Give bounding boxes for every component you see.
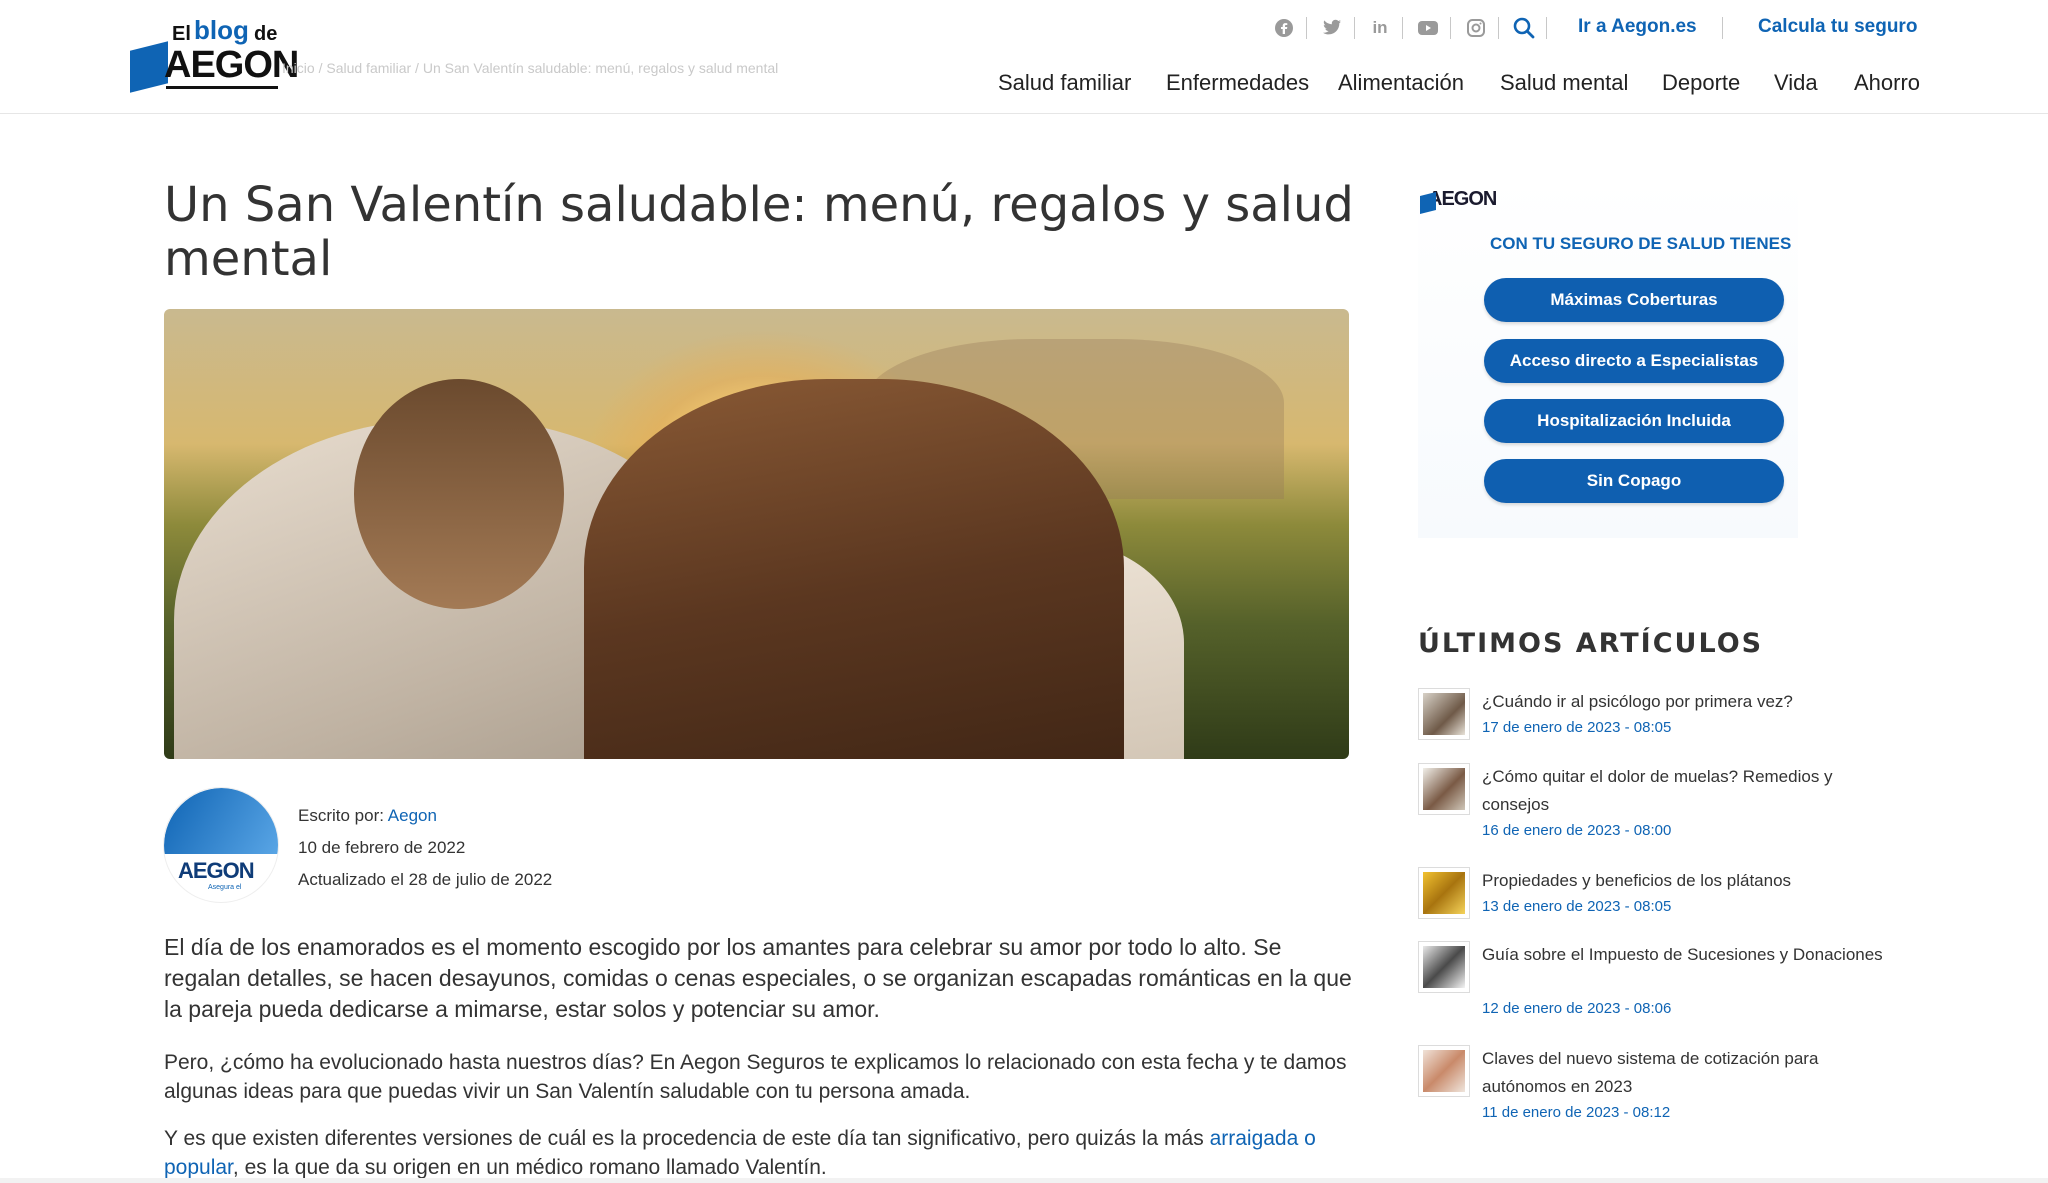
hero-woman-hair [584,379,1124,759]
hero-man-head [354,379,564,609]
ad-button-hospitalizacion[interactable]: Hospitalización Incluida [1484,399,1784,443]
link-aegon[interactable]: Ir a Aegon.es [1578,16,1697,38]
twitter-icon[interactable] [1320,16,1344,40]
logo-blog-text: blog [194,15,249,45]
latest-article-title[interactable]: ¿Cuándo ir al psicólogo por primera vez? [1482,688,1902,716]
divider [1722,17,1723,39]
nav-vida[interactable]: Vida [1774,70,1818,96]
author-label: Escrito por: [298,806,384,825]
latest-article-date: 16 de enero de 2023 - 08:00 [1482,822,1672,839]
health-insurance-ad[interactable]: AEGON CON TU SEGURO DE SALUD TIENES Máxi… [1418,178,1798,538]
avatar-tagline: Asegura el [208,884,242,891]
article-thumbnail[interactable] [1418,763,1470,815]
youtube-icon[interactable] [1416,16,1440,40]
facebook-icon[interactable] [1272,16,1296,40]
article-paragraph: Pero, ¿cómo ha evolucionado hasta nuestr… [164,1051,1347,1103]
link-calcula-seguro[interactable]: Calcula tu seguro [1758,16,1917,38]
blog-logo[interactable]: El blog de AEGON [128,10,299,93]
logo-mark-icon [130,41,168,93]
article-lead: El día de los enamorados es el momento e… [164,934,1352,1022]
search-icon[interactable] [1512,16,1536,40]
ad-button-maximas-coberturas[interactable]: Máximas Coberturas [1484,278,1784,322]
avatar-brand: AEGON [178,858,255,883]
ad-button-sin-copago[interactable]: Sin Copago [1484,459,1784,503]
article-thumbnail[interactable] [1418,688,1470,740]
ad-brand-logo: AEGON [1428,188,1497,210]
nav-enfermedades[interactable]: Enfermedades [1166,70,1309,96]
divider [1546,17,1547,39]
logo-el-text: El [172,23,191,45]
logo-brand-text: AEGON [164,44,299,86]
latest-articles-heading: ÚLTIMOS ARTÍCULOS [1418,628,1764,659]
site-header: El blog de AEGON Inicio / Salud familiar… [0,0,2048,114]
latest-article-date: 12 de enero de 2023 - 08:06 [1482,1000,1672,1017]
author-link[interactable]: Aegon [388,806,437,825]
article-thumbnail[interactable] [1418,941,1470,993]
ad-button-acceso-especialistas[interactable]: Acceso directo a Especialistas [1484,339,1784,383]
nav-ahorro[interactable]: Ahorro [1854,70,1920,96]
nav-salud-mental[interactable]: Salud mental [1500,70,1628,96]
latest-article-title[interactable]: Propiedades y beneficios de los plátanos [1482,867,1902,895]
logo-de-text: de [254,23,278,45]
updated-date: Actualizado el 28 de julio de 2022 [298,870,553,889]
breadcrumb[interactable]: Inicio / Salud familiar / Un San Valentí… [282,60,778,76]
page-bottom-edge [0,1178,2048,1183]
nav-salud-familiar[interactable]: Salud familiar [998,70,1131,96]
author-line: Escrito por: Aegon [298,806,437,826]
nav-alimentacion[interactable]: Alimentación [1338,70,1464,96]
latest-article-date: 17 de enero de 2023 - 08:05 [1482,719,1672,736]
latest-article-title[interactable]: ¿Cómo quitar el dolor de muelas? Remedio… [1482,763,1902,819]
author-avatar: AEGON Asegura el [163,787,279,903]
latest-article-title[interactable]: Claves del nuevo sistema de cotización p… [1482,1045,1902,1101]
nav-deporte[interactable]: Deporte [1662,70,1740,96]
article-thumbnail[interactable] [1418,867,1470,919]
divider [1450,17,1451,39]
logo-underline [166,86,278,89]
ad-heading: CON TU SEGURO DE SALUD TIENES [1490,234,1792,253]
divider [1402,17,1403,39]
hero-image [164,309,1349,759]
divider [1354,17,1355,39]
article-thumbnail[interactable] [1418,1045,1470,1097]
article-title: Un San Valentín saludable: menú, regalos… [164,177,1354,287]
linkedin-icon[interactable]: in [1368,16,1392,40]
latest-article-title[interactable]: Guía sobre el Impuesto de Sucesiones y D… [1482,941,1902,969]
paragraph-text: , es la que da su origen en un médico ro… [232,1156,827,1179]
avatar-arc [164,788,278,854]
divider [1498,17,1499,39]
latest-article-date: 13 de enero de 2023 - 08:05 [1482,898,1672,915]
paragraph-text: Y es que existen diferentes versiones de… [164,1127,1210,1150]
instagram-icon[interactable] [1464,16,1488,40]
article-paragraph: Y es que existen diferentes versiones de… [164,1124,1354,1182]
divider [1306,17,1307,39]
latest-article-date: 11 de enero de 2023 - 08:12 [1482,1104,1671,1121]
publish-date: 10 de febrero de 2022 [298,838,466,857]
